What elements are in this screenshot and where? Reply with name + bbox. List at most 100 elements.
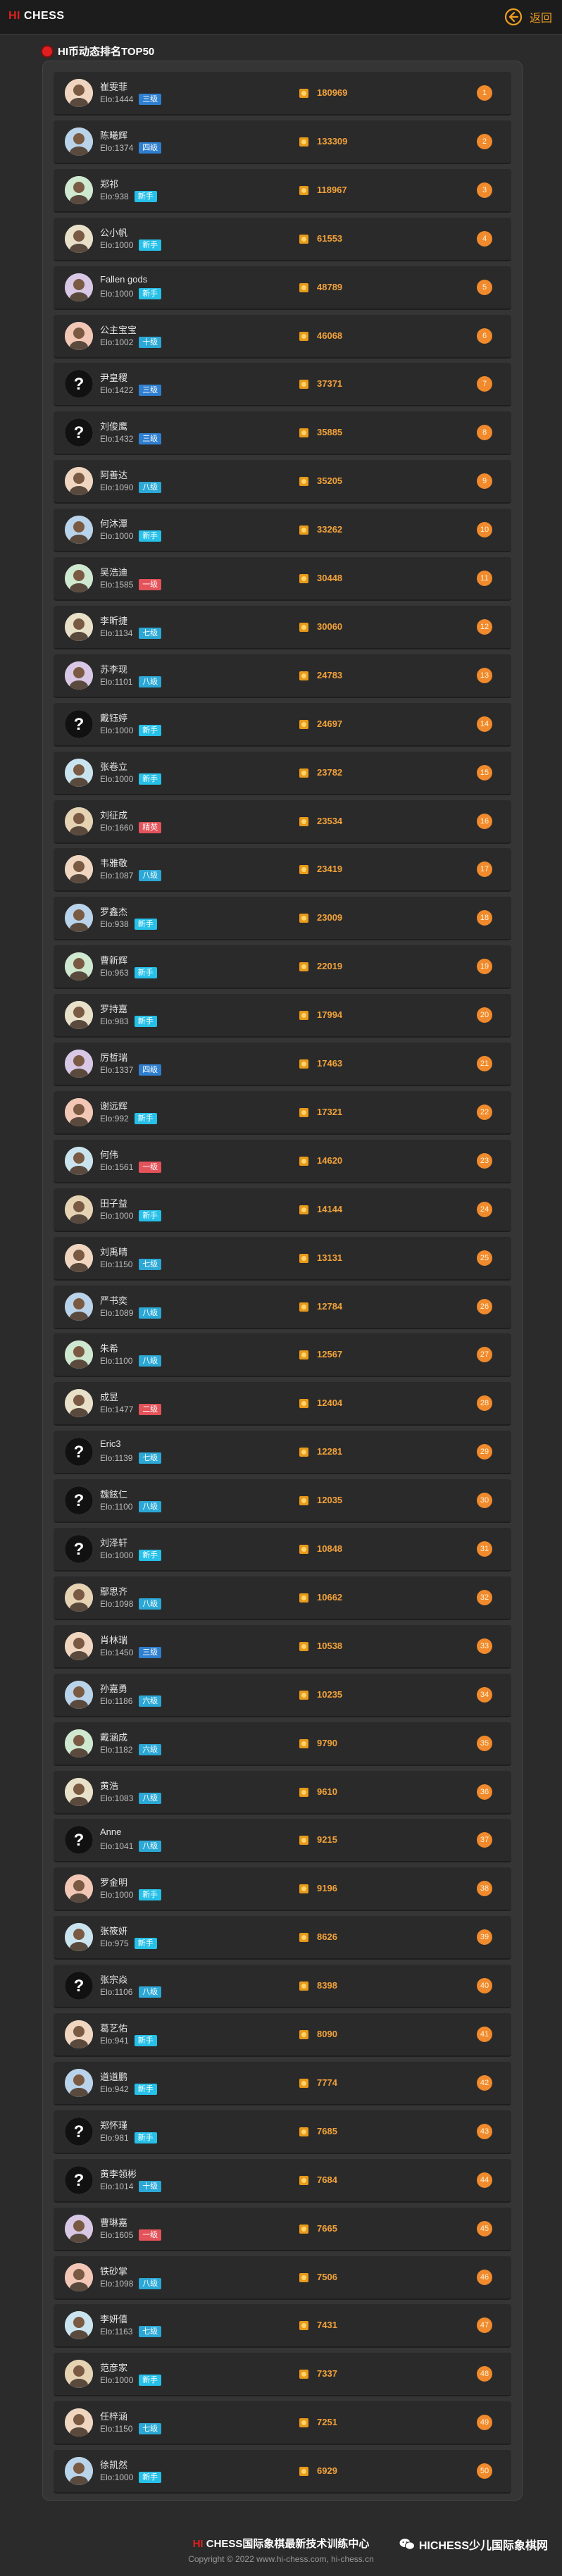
rank-badge: 45 bbox=[477, 2221, 492, 2236]
player-row[interactable]: 田子益 Elo:1000 新手 14144 24 bbox=[54, 1188, 511, 1232]
player-elo: Elo:1000 bbox=[100, 531, 134, 541]
level-badge: 新手 bbox=[134, 1113, 157, 1124]
brand-logo[interactable]: HI CHESS bbox=[8, 10, 65, 23]
player-row[interactable]: 罗金明 Elo:1000 新手 9196 38 bbox=[54, 1867, 511, 1911]
player-row[interactable]: 铁砂掌 Elo:1098 八级 7506 46 bbox=[54, 2256, 511, 2300]
player-row[interactable]: 吴浩迪 Elo:1585 一级 30448 11 bbox=[54, 557, 511, 601]
player-row[interactable]: 张筱妍 Elo:975 新手 8626 39 bbox=[54, 1916, 511, 1960]
player-row[interactable]: 李妍僖 Elo:1163 七级 7431 47 bbox=[54, 2304, 511, 2348]
hi-coin-score: 7665 bbox=[317, 2223, 337, 2234]
level-badge: 八级 bbox=[139, 1355, 162, 1367]
rank-badge: 31 bbox=[477, 1541, 492, 1557]
player-row[interactable]: ? 张宗焱 Elo:1106 八级 8398 40 bbox=[54, 1965, 511, 2008]
player-elo: Elo:983 bbox=[100, 1016, 129, 1026]
player-row[interactable]: 刘禹晴 Elo:1150 七级 13131 25 bbox=[54, 1237, 511, 1281]
svg-text:?: ? bbox=[74, 2122, 85, 2141]
hi-coin-score: 9610 bbox=[317, 1786, 337, 1797]
player-row[interactable]: 戴涵成 Elo:1182 六级 9790 35 bbox=[54, 1722, 511, 1766]
player-elo: Elo:938 bbox=[100, 192, 129, 201]
level-badge: 三级 bbox=[139, 94, 162, 105]
player-row[interactable]: Fallen gods Elo:1000 新手 48789 5 bbox=[54, 266, 511, 310]
player-elo: Elo:1000 bbox=[100, 726, 134, 735]
user-avatar-icon bbox=[65, 1147, 93, 1175]
player-name: 张卷立 bbox=[100, 761, 128, 772]
user-avatar-icon bbox=[65, 273, 93, 301]
player-row[interactable]: 苏李现 Elo:1101 八级 24783 13 bbox=[54, 654, 511, 698]
player-row[interactable]: 朱希 Elo:1100 八级 12567 27 bbox=[54, 1333, 511, 1377]
player-row[interactable]: 鄢思齐 Elo:1098 八级 10662 32 bbox=[54, 1576, 511, 1620]
player-row[interactable]: ? 尹皇稷 Elo:1422 三级 37371 7 bbox=[54, 363, 511, 406]
player-row[interactable]: 葛艺佑 Elo:941 新手 8090 41 bbox=[54, 2013, 511, 2057]
back-button[interactable]: 返回 bbox=[504, 6, 552, 28]
circle-arrow-left-icon bbox=[504, 8, 523, 26]
player-row[interactable]: ? 魏鉉仁 Elo:1100 八级 12035 30 bbox=[54, 1479, 511, 1523]
player-row[interactable]: 何沐潭 Elo:1000 新手 33262 10 bbox=[54, 509, 511, 552]
player-row[interactable]: 郑祁 Elo:938 新手 118967 3 bbox=[54, 169, 511, 213]
player-row[interactable]: ? 郑怀瑾 Elo:981 新手 7685 43 bbox=[54, 2110, 511, 2154]
player-row[interactable]: 道道鹏 Elo:942 新手 7774 42 bbox=[54, 2062, 511, 2105]
user-avatar-icon bbox=[65, 952, 93, 981]
player-row[interactable]: 公主宝宝 Elo:1002 十级 46068 6 bbox=[54, 315, 511, 359]
player-row[interactable]: 张卷立 Elo:1000 新手 23782 15 bbox=[54, 752, 511, 795]
question-avatar-icon: ? bbox=[65, 2166, 93, 2194]
player-row[interactable]: 韦雅敬 Elo:1087 八级 23419 17 bbox=[54, 848, 511, 892]
logo-chess-text: CHESS bbox=[20, 10, 65, 22]
player-row[interactable]: 陈曦辉 Elo:1374 四级 133309 2 bbox=[54, 120, 511, 164]
user-avatar-icon bbox=[65, 1050, 93, 1078]
player-elo: Elo:1585 bbox=[100, 580, 134, 590]
player-elo: Elo:1100 bbox=[100, 1502, 133, 1512]
player-row[interactable]: 徐凯然 Elo:1000 新手 6929 50 bbox=[54, 2450, 511, 2494]
rank-badge: 26 bbox=[477, 1299, 492, 1314]
player-elo: Elo:1337 bbox=[100, 1065, 134, 1075]
hi-coin-score: 10235 bbox=[317, 1689, 343, 1700]
player-row[interactable]: 罗鑫杰 Elo:938 新手 23009 18 bbox=[54, 897, 511, 940]
level-badge: 八级 bbox=[139, 1598, 162, 1610]
player-row[interactable]: ? Anne Elo:1041 八级 9215 37 bbox=[54, 1819, 511, 1862]
player-row[interactable]: 范彦家 Elo:1000 新手 7337 48 bbox=[54, 2353, 511, 2396]
player-row[interactable]: 黄浩 Elo:1083 八级 9610 36 bbox=[54, 1771, 511, 1815]
player-name: 刘俊鹰 bbox=[100, 421, 128, 432]
player-row[interactable]: 任梓涵 Elo:1150 七级 7251 49 bbox=[54, 2401, 511, 2445]
coin-icon bbox=[299, 2321, 308, 2330]
player-row[interactable]: ? 戴钰婷 Elo:1000 新手 24697 14 bbox=[54, 703, 511, 747]
player-row[interactable]: 公小帆 Elo:1000 新手 61553 4 bbox=[54, 218, 511, 261]
user-avatar-icon bbox=[65, 176, 93, 204]
svg-text:?: ? bbox=[74, 1831, 85, 1850]
player-name: 谢远辉 bbox=[100, 1101, 128, 1112]
player-elo: Elo:1000 bbox=[100, 1211, 134, 1221]
player-row[interactable]: 何伟 Elo:1561 一级 14620 23 bbox=[54, 1140, 511, 1183]
hi-coin-score: 61553 bbox=[317, 233, 343, 244]
user-avatar-icon bbox=[65, 1583, 93, 1612]
player-row[interactable]: ? 黄李领彬 Elo:1014 十级 7684 44 bbox=[54, 2159, 511, 2203]
player-row[interactable]: 崔雯菲 Elo:1444 三级 180969 1 bbox=[54, 72, 511, 116]
player-row[interactable]: 严书奕 Elo:1089 八级 12784 26 bbox=[54, 1286, 511, 1329]
coin-icon bbox=[299, 1254, 308, 1263]
player-row[interactable]: 曹琳嘉 Elo:1605 一级 7665 45 bbox=[54, 2208, 511, 2251]
hi-coin-score: 12404 bbox=[317, 1398, 343, 1408]
player-elo: Elo:942 bbox=[100, 2084, 129, 2094]
player-row[interactable]: 孙嘉勇 Elo:1186 六级 10235 34 bbox=[54, 1674, 511, 1717]
user-avatar-icon bbox=[65, 661, 93, 690]
player-row[interactable]: 厉哲瑞 Elo:1337 四级 17463 21 bbox=[54, 1043, 511, 1086]
level-badge: 七级 bbox=[139, 2326, 162, 2337]
level-badge: 新手 bbox=[134, 2035, 157, 2046]
player-row[interactable]: 曹新辉 Elo:963 新手 22019 19 bbox=[54, 945, 511, 989]
player-name: 成昱 bbox=[100, 1392, 119, 1402]
player-row[interactable]: 李昕捷 Elo:1134 七级 30060 12 bbox=[54, 606, 511, 649]
player-row[interactable]: 阿善达 Elo:1090 八级 35205 9 bbox=[54, 460, 511, 504]
player-row[interactable]: 成昱 Elo:1477 二级 12404 28 bbox=[54, 1382, 511, 1426]
player-row[interactable]: 谢远辉 Elo:992 新手 17321 22 bbox=[54, 1091, 511, 1135]
player-row[interactable]: ? Eric3 Elo:1139 七级 12281 29 bbox=[54, 1431, 511, 1474]
player-row[interactable]: ? 刘俊鹰 Elo:1432 三级 35885 8 bbox=[54, 411, 511, 455]
hi-coin-score: 35885 bbox=[317, 427, 343, 437]
hi-coin-score: 17463 bbox=[317, 1058, 343, 1069]
level-badge: 三级 bbox=[139, 433, 162, 444]
coin-icon bbox=[299, 2370, 308, 2379]
player-row[interactable]: 罗持嘉 Elo:983 新手 17994 20 bbox=[54, 994, 511, 1038]
player-row[interactable]: 刘征成 Elo:1660 精英 23534 16 bbox=[54, 800, 511, 844]
player-name: 何伟 bbox=[100, 1150, 119, 1160]
player-row[interactable]: 肖林瑞 Elo:1450 三级 10538 33 bbox=[54, 1625, 511, 1669]
rank-badge: 37 bbox=[477, 1832, 492, 1848]
player-elo: Elo:1182 bbox=[100, 1745, 133, 1755]
player-row[interactable]: ? 刘泽轩 Elo:1000 新手 10848 31 bbox=[54, 1528, 511, 1572]
